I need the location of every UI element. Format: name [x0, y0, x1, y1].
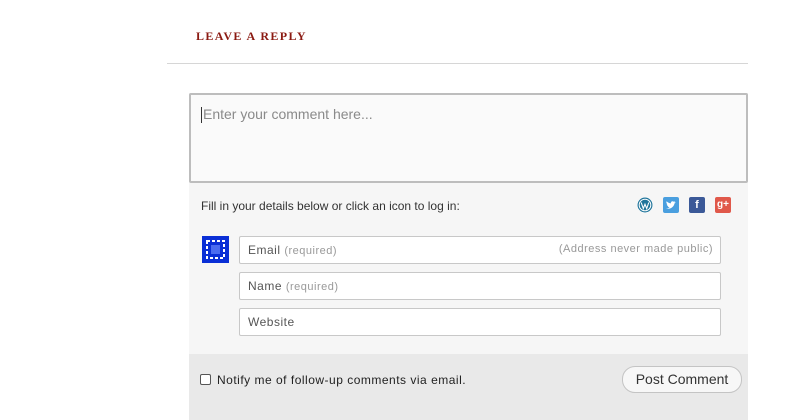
website-label: Website	[248, 315, 295, 329]
google-plus-icon[interactable]: g+	[715, 197, 731, 213]
login-instructions: Fill in your details below or click an i…	[201, 199, 460, 213]
text-caret	[201, 107, 202, 123]
divider	[167, 63, 748, 64]
twitter-icon[interactable]	[663, 197, 679, 213]
email-label: Email	[248, 243, 281, 257]
avatar	[202, 236, 229, 263]
notify-label[interactable]: Notify me of follow-up comments via emai…	[217, 373, 466, 387]
notify-checkbox[interactable]	[200, 374, 211, 385]
name-label: Name	[248, 279, 283, 293]
name-required: (required)	[285, 281, 339, 293]
reply-heading: LEAVE A REPLY	[196, 29, 307, 43]
comment-placeholder: Enter your comment here...	[203, 106, 373, 122]
post-comment-button[interactable]: Post Comment	[622, 366, 742, 393]
comment-textarea[interactable]: Enter your comment here...	[189, 93, 748, 183]
form-footer: Notify me of follow-up comments via emai…	[189, 354, 748, 420]
website-field[interactable]: Website	[239, 308, 721, 336]
email-privacy-note: (Address never made public)	[558, 243, 713, 255]
wordpress-icon[interactable]	[637, 197, 653, 213]
email-field[interactable]: Email (required) (Address never made pub…	[239, 236, 721, 264]
name-field[interactable]: Name (required)	[239, 272, 721, 300]
facebook-icon[interactable]: f	[689, 197, 705, 213]
email-required: (required)	[284, 245, 338, 257]
comment-form: Enter your comment here... Fill in your …	[189, 93, 748, 420]
